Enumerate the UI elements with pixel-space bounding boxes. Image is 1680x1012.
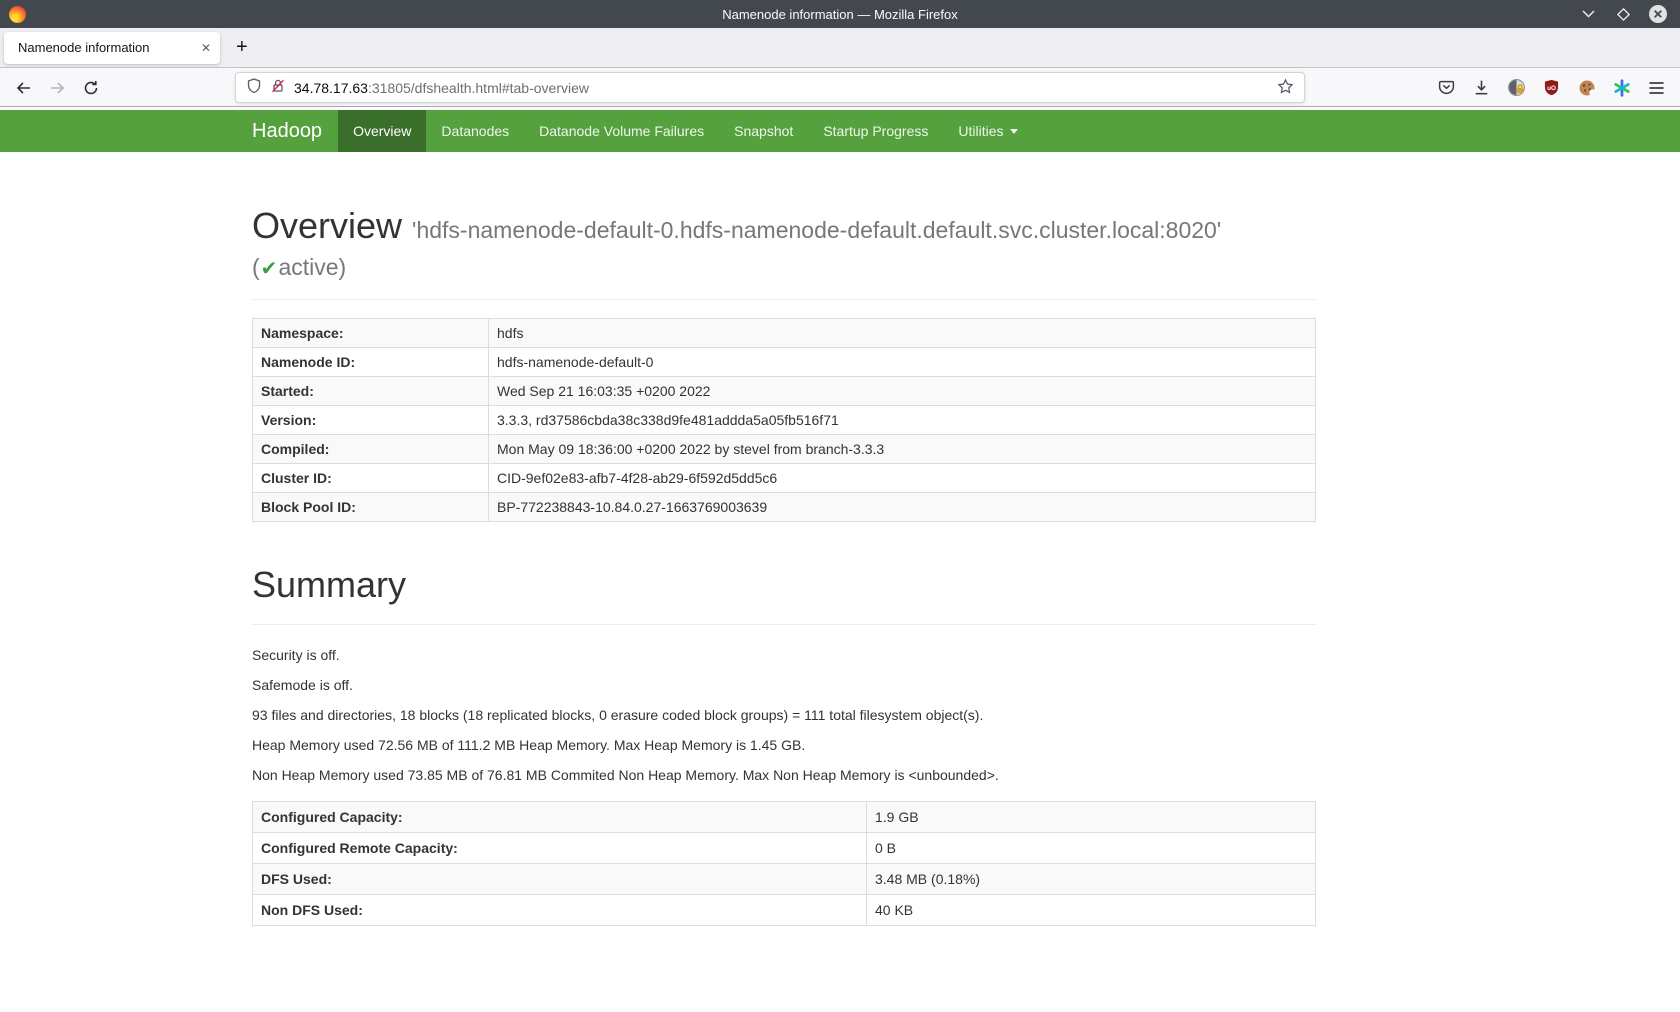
minimize-icon[interactable]	[1578, 4, 1598, 24]
summary-lines: Security is off. Safemode is off. 93 files…	[252, 645, 1316, 785]
row-value: Wed Sep 21 16:03:35 +0200 2022	[489, 377, 1316, 406]
reload-button[interactable]	[76, 73, 106, 103]
url-host: 34.78.17.63	[294, 80, 368, 96]
browser-toolbar: 34.78.17.63:31805/dfshealth.html#tab-ove…	[0, 68, 1680, 107]
table-row: Cluster ID:CID-9ef02e83-afb7-4f28-ab29-6…	[253, 464, 1316, 493]
table-row: Configured Capacity:1.9 GB	[253, 802, 1316, 833]
row-label: Namenode ID:	[253, 348, 489, 377]
nav-item-startup-progress[interactable]: Startup Progress	[808, 110, 943, 152]
nav-item-datanodes[interactable]: Datanodes	[426, 110, 524, 152]
nav-item-utilities[interactable]: Utilities	[943, 110, 1032, 152]
privacy-extension-icon[interactable]	[1505, 73, 1528, 102]
row-value: 0 B	[867, 833, 1316, 864]
row-label: Cluster ID:	[253, 464, 489, 493]
close-icon[interactable]	[1648, 4, 1668, 24]
capacity-table: Configured Capacity:1.9 GBConfigured Rem…	[252, 801, 1316, 926]
summary-line: 93 files and directories, 18 blocks (18 …	[252, 705, 1316, 725]
row-value: 3.3.3, rd37586cbda38c338d9fe481addda5a05…	[489, 406, 1316, 435]
window-title: Namenode information — Mozilla Firefox	[0, 7, 1680, 22]
row-value: hdfs	[489, 319, 1316, 348]
url-bar[interactable]: 34.78.17.63:31805/dfshealth.html#tab-ove…	[235, 72, 1305, 103]
row-value: 3.48 MB (0.18%)	[867, 864, 1316, 895]
summary-line: Security is off.	[252, 645, 1316, 665]
maximize-icon[interactable]	[1613, 4, 1633, 24]
pocket-icon[interactable]	[1435, 73, 1458, 102]
summary-line: Non Heap Memory used 73.85 MB of 76.81 M…	[252, 765, 1316, 785]
tab-close-icon[interactable]: ✕	[201, 41, 211, 55]
url-path: :31805/dfshealth.html#tab-overview	[368, 80, 589, 96]
hadoop-navbar: Hadoop OverviewDatanodesDatanode Volume …	[0, 110, 1680, 152]
row-value: BP-772238843-10.84.0.27-1663769003639	[489, 493, 1316, 522]
row-label: DFS Used:	[253, 864, 867, 895]
divider	[252, 299, 1316, 300]
nav-item-datanode-volume-failures[interactable]: Datanode Volume Failures	[524, 110, 719, 152]
namenode-address: 'hdfs-namenode-default-0.hdfs-namenode-d…	[412, 217, 1221, 243]
hadoop-brand: Hadoop	[252, 110, 338, 152]
row-label: Started:	[253, 377, 489, 406]
overview-title: Overview	[252, 205, 402, 246]
window-titlebar: Namenode information — Mozilla Firefox	[0, 0, 1680, 28]
table-row: Namespace:hdfs	[253, 319, 1316, 348]
row-label: Configured Remote Capacity:	[253, 833, 867, 864]
window-controls	[1578, 4, 1668, 24]
bookmark-star-icon[interactable]	[1277, 78, 1294, 98]
hadoop-nav-items: OverviewDatanodesDatanode Volume Failure…	[338, 110, 1032, 152]
tab-title: Namenode information	[18, 40, 193, 55]
row-value: hdfs-namenode-default-0	[489, 348, 1316, 377]
ublock-label: uO	[1547, 85, 1556, 92]
row-label: Compiled:	[253, 435, 489, 464]
new-tab-button[interactable]: +	[236, 36, 248, 59]
download-icon[interactable]	[1470, 73, 1493, 102]
browser-tab[interactable]: Namenode information ✕	[4, 32, 220, 64]
row-value: Mon May 09 18:36:00 +0200 2022 by stevel…	[489, 435, 1316, 464]
row-label: Non DFS Used:	[253, 895, 867, 926]
row-value: 40 KB	[867, 895, 1316, 926]
overview-heading: Overview 'hdfs-namenode-default-0.hdfs-n…	[252, 205, 1316, 246]
summary-line: Safemode is off.	[252, 675, 1316, 695]
table-row: Version:3.3.3, rd37586cbda38c338d9fe481a…	[253, 406, 1316, 435]
nav-item-snapshot[interactable]: Snapshot	[719, 110, 808, 152]
cookie-extension-icon[interactable]	[1575, 73, 1598, 102]
caret-down-icon	[1010, 129, 1018, 134]
table-row: DFS Used:3.48 MB (0.18%)	[253, 864, 1316, 895]
table-row: Started:Wed Sep 21 16:03:35 +0200 2022	[253, 377, 1316, 406]
toolbar-right-icons: uO	[1435, 73, 1668, 102]
divider	[252, 624, 1316, 625]
tab-bar: Namenode information ✕ +	[0, 28, 1680, 68]
status-label: active	[278, 254, 338, 280]
row-label: Version:	[253, 406, 489, 435]
summary-line: Heap Memory used 72.56 MB of 111.2 MB He…	[252, 735, 1316, 755]
namenode-status: (✔active)	[252, 254, 1316, 281]
table-row: Configured Remote Capacity:0 B	[253, 833, 1316, 864]
table-row: Compiled:Mon May 09 18:36:00 +0200 2022 …	[253, 435, 1316, 464]
content-container: Overview 'hdfs-namenode-default-0.hdfs-n…	[252, 205, 1316, 926]
table-row: Block Pool ID:BP-772238843-10.84.0.27-16…	[253, 493, 1316, 522]
menu-hamburger-icon[interactable]	[1645, 73, 1668, 102]
namenode-info-table: Namespace:hdfsNamenode ID:hdfs-namenode-…	[252, 318, 1316, 522]
nav-item-overview[interactable]: Overview	[338, 110, 426, 152]
forward-button[interactable]	[42, 73, 72, 103]
back-button[interactable]	[8, 73, 38, 103]
check-icon: ✔	[260, 258, 279, 280]
row-value: CID-9ef02e83-afb7-4f28-ab29-6f592d5dd5c6	[489, 464, 1316, 493]
hadoop-page: Hadoop OverviewDatanodesDatanode Volume …	[0, 110, 1680, 926]
insecure-lock-icon[interactable]	[270, 78, 286, 97]
row-label: Configured Capacity:	[253, 802, 867, 833]
table-row: Namenode ID:hdfs-namenode-default-0	[253, 348, 1316, 377]
ublock-origin-icon[interactable]: uO	[1540, 73, 1563, 102]
row-value: 1.9 GB	[867, 802, 1316, 833]
summary-heading: Summary	[252, 564, 1316, 606]
status-close-paren: )	[339, 254, 347, 280]
row-label: Namespace:	[253, 319, 489, 348]
shield-icon[interactable]	[246, 78, 262, 97]
status-open-paren: (	[252, 254, 260, 280]
table-row: Non DFS Used:40 KB	[253, 895, 1316, 926]
asterisk-extension-icon[interactable]	[1610, 73, 1633, 102]
row-label: Block Pool ID:	[253, 493, 489, 522]
firefox-logo-icon	[9, 6, 26, 23]
